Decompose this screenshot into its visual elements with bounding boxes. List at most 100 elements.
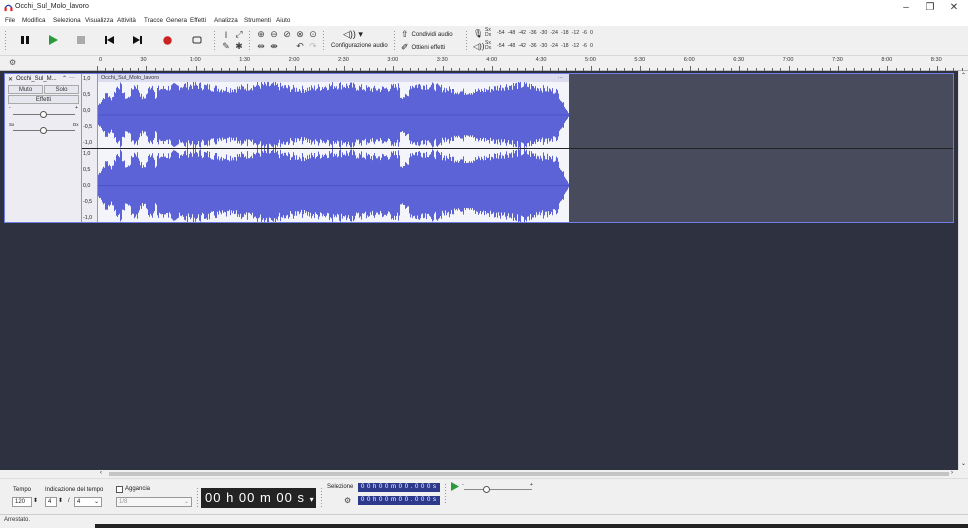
play-button[interactable] [41, 29, 65, 51]
selection-settings-gear-icon[interactable]: ⚙ [344, 496, 351, 505]
zoom-in-icon[interactable]: ⊕ [255, 29, 267, 40]
redo-icon[interactable]: ↷ [307, 41, 319, 52]
toolbar-grip[interactable] [196, 487, 199, 509]
scroll-up-icon[interactable]: ⌃ [961, 72, 966, 79]
skip-start-button[interactable] [97, 29, 121, 51]
horizontal-scrollbar[interactable]: ‹ › [95, 470, 958, 478]
scroll-down-icon[interactable]: ⌄ [961, 460, 966, 467]
clip-header[interactable]: Occhi_Sul_Molo_lavoro ··· [98, 74, 569, 82]
time-display[interactable]: 00 h 00 m 00 s ▾ [201, 488, 316, 508]
tempo-label: Tempo [13, 487, 32, 493]
track-menu-icon[interactable]: ··· [69, 75, 75, 81]
snap-checkbox[interactable] [116, 486, 123, 493]
ruler-tick-label: 4:00 [486, 57, 498, 63]
mute-button[interactable]: Muto [8, 85, 43, 94]
menu-transport[interactable]: Attività [117, 17, 136, 24]
vertical-scrollbar[interactable]: ⌃ ⌄ [958, 71, 968, 470]
skip-end-button[interactable] [125, 29, 149, 51]
toolbar-grip[interactable] [393, 30, 396, 52]
time-sig-numerator[interactable]: 4 [45, 497, 57, 507]
track-control-panel[interactable]: ✕ Occhi_Sul_M... ⌃ ··· Muto Solo Effetti… [5, 74, 82, 222]
audio-setup-button[interactable]: Configurazione audio [331, 43, 388, 49]
toolbar-grip[interactable] [213, 30, 216, 52]
draw-tool-icon[interactable]: ✎ [220, 41, 232, 52]
toolbar-grip[interactable] [465, 30, 468, 52]
undo-icon[interactable]: ↶ [294, 41, 306, 52]
waveform-right-channel[interactable] [98, 149, 569, 222]
toolbar-grip[interactable] [4, 30, 7, 52]
minimize-button[interactable]: – [896, 1, 916, 14]
loop-button[interactable] [185, 29, 209, 51]
snap-select[interactable]: 1/8 ⌄ [116, 497, 192, 507]
toolbar-grip[interactable] [322, 30, 325, 52]
selection-end-field[interactable]: 0 0 h 0 0 m 0 0 . 0 0 0 s [358, 496, 440, 505]
menu-tools[interactable]: Strumenti [244, 17, 271, 24]
solo-button[interactable]: Solo [44, 85, 79, 94]
tempo-spinner-icon[interactable]: ⬍ [33, 497, 38, 504]
gain-slider-handle[interactable] [40, 111, 47, 118]
close-button[interactable]: ✕ [944, 1, 964, 14]
menu-file[interactable]: File [5, 17, 15, 24]
audio-clip[interactable]: Occhi_Sul_Molo_lavoro ··· [98, 74, 569, 222]
speed-slider-handle[interactable] [483, 486, 490, 493]
meter-tick-label: -54 [497, 43, 505, 49]
trim-icon[interactable]: ⇹ [255, 41, 267, 52]
track-collapse-icon[interactable]: ⌃ [62, 75, 67, 82]
audio-setup-speaker-icon[interactable]: ◁)) ▾ [343, 29, 363, 40]
playback-meter[interactable]: -54 -48 -42 -36 -30 -24 -18 -12 -6 0 [497, 43, 612, 52]
timeline-settings-gear-icon[interactable]: ⚙ [9, 58, 16, 67]
menu-help[interactable]: Aiuto [276, 17, 290, 24]
scroll-right-icon[interactable]: › [951, 470, 953, 476]
clip-menu-icon[interactable]: ··· [558, 74, 564, 82]
toolbar-grip[interactable] [320, 487, 323, 509]
waveform-left-channel[interactable] [98, 82, 569, 148]
tempo-input[interactable]: 120 [12, 497, 32, 507]
zoom-fit-icon[interactable]: ⊗ [294, 29, 306, 40]
numerator-spinner-icon[interactable]: ⬍ [58, 497, 63, 504]
microphone-icon[interactable]: 🎙 [473, 29, 483, 38]
zoom-toggle-icon[interactable]: ⊙ [307, 29, 319, 40]
stop-button[interactable] [69, 29, 93, 51]
pause-button[interactable] [13, 29, 37, 51]
envelope-tool-icon[interactable]: ⤢ [233, 29, 245, 40]
menu-generate[interactable]: Genera [166, 17, 187, 24]
track-area[interactable]: ✕ Occhi_Sul_M... ⌃ ··· Muto Solo Effetti… [0, 71, 958, 470]
menu-analyze[interactable]: Analizza [214, 17, 238, 24]
ruler-tick-label: 7:00 [782, 57, 794, 63]
meter-tick-label: -18 [560, 30, 569, 36]
zoom-out-icon[interactable]: ⊖ [268, 29, 280, 40]
selection-tool-icon[interactable]: I [220, 29, 232, 40]
timeline-ruler[interactable]: ⚙ 0 30 1:00 1:30 2:00 2:30 3:00 3:30 4:00 4:30 5:0… [0, 56, 968, 71]
multi-tool-icon[interactable]: ✱ [233, 41, 245, 52]
menu-tracks[interactable]: Tracce [144, 17, 163, 24]
toolbar-grip[interactable] [248, 30, 251, 52]
time-sig-denominator-select[interactable]: 4 ⌄ [74, 497, 102, 507]
horizontal-scroll-thumb[interactable] [109, 472, 949, 476]
ruler-tick-label: 3:00 [387, 57, 399, 63]
menu-view[interactable]: Visualizza [85, 17, 113, 24]
zoom-selection-icon[interactable]: ⊘ [281, 29, 293, 40]
play-at-speed-button[interactable] [451, 482, 459, 493]
share-audio-button[interactable]: ⇧ Condividi audio [401, 29, 453, 40]
speaker-icon[interactable]: ◁)) [473, 42, 484, 51]
maximize-button[interactable]: ❐ [920, 1, 940, 14]
time-format-dropdown-icon[interactable]: ▾ [310, 495, 315, 504]
speed-slider-track[interactable] [464, 489, 532, 490]
track-close-icon[interactable]: ✕ [8, 76, 13, 83]
menu-effects[interactable]: Effetti [190, 17, 206, 24]
menu-select[interactable]: Seleziona [53, 17, 81, 24]
toolbar-grip[interactable] [444, 483, 447, 505]
track-name[interactable]: Occhi_Sul_M... [16, 76, 57, 82]
silence-icon[interactable]: ⇼ [268, 41, 280, 52]
selection-start-field[interactable]: 0 0 h 0 0 m 0 0 . 0 0 0 s [358, 483, 440, 492]
menu-edit[interactable]: Modifica [22, 17, 45, 24]
audio-track[interactable]: ✕ Occhi_Sul_M... ⌃ ··· Muto Solo Effetti… [4, 73, 954, 223]
ruler-tick-label: 1:00 [189, 57, 201, 63]
pan-slider-handle[interactable] [40, 127, 47, 134]
top-toolbar: I ⤢ ✎ ✱ ⊕ ⊖ ⊘ ⊗ ⊙ ⇹ ⇼ ↶ ↷ ◁)) ▾ Configur… [0, 26, 968, 56]
get-effects-button[interactable]: ✐ Ottieni effetti [401, 42, 445, 53]
record-button[interactable] [155, 29, 179, 51]
record-meter[interactable]: -54 -48 -42 -36 -30 -24 -18 -12 -6 0 [497, 30, 612, 39]
scroll-left-icon[interactable]: ‹ [100, 470, 102, 476]
effects-button[interactable]: Effetti [8, 95, 79, 104]
